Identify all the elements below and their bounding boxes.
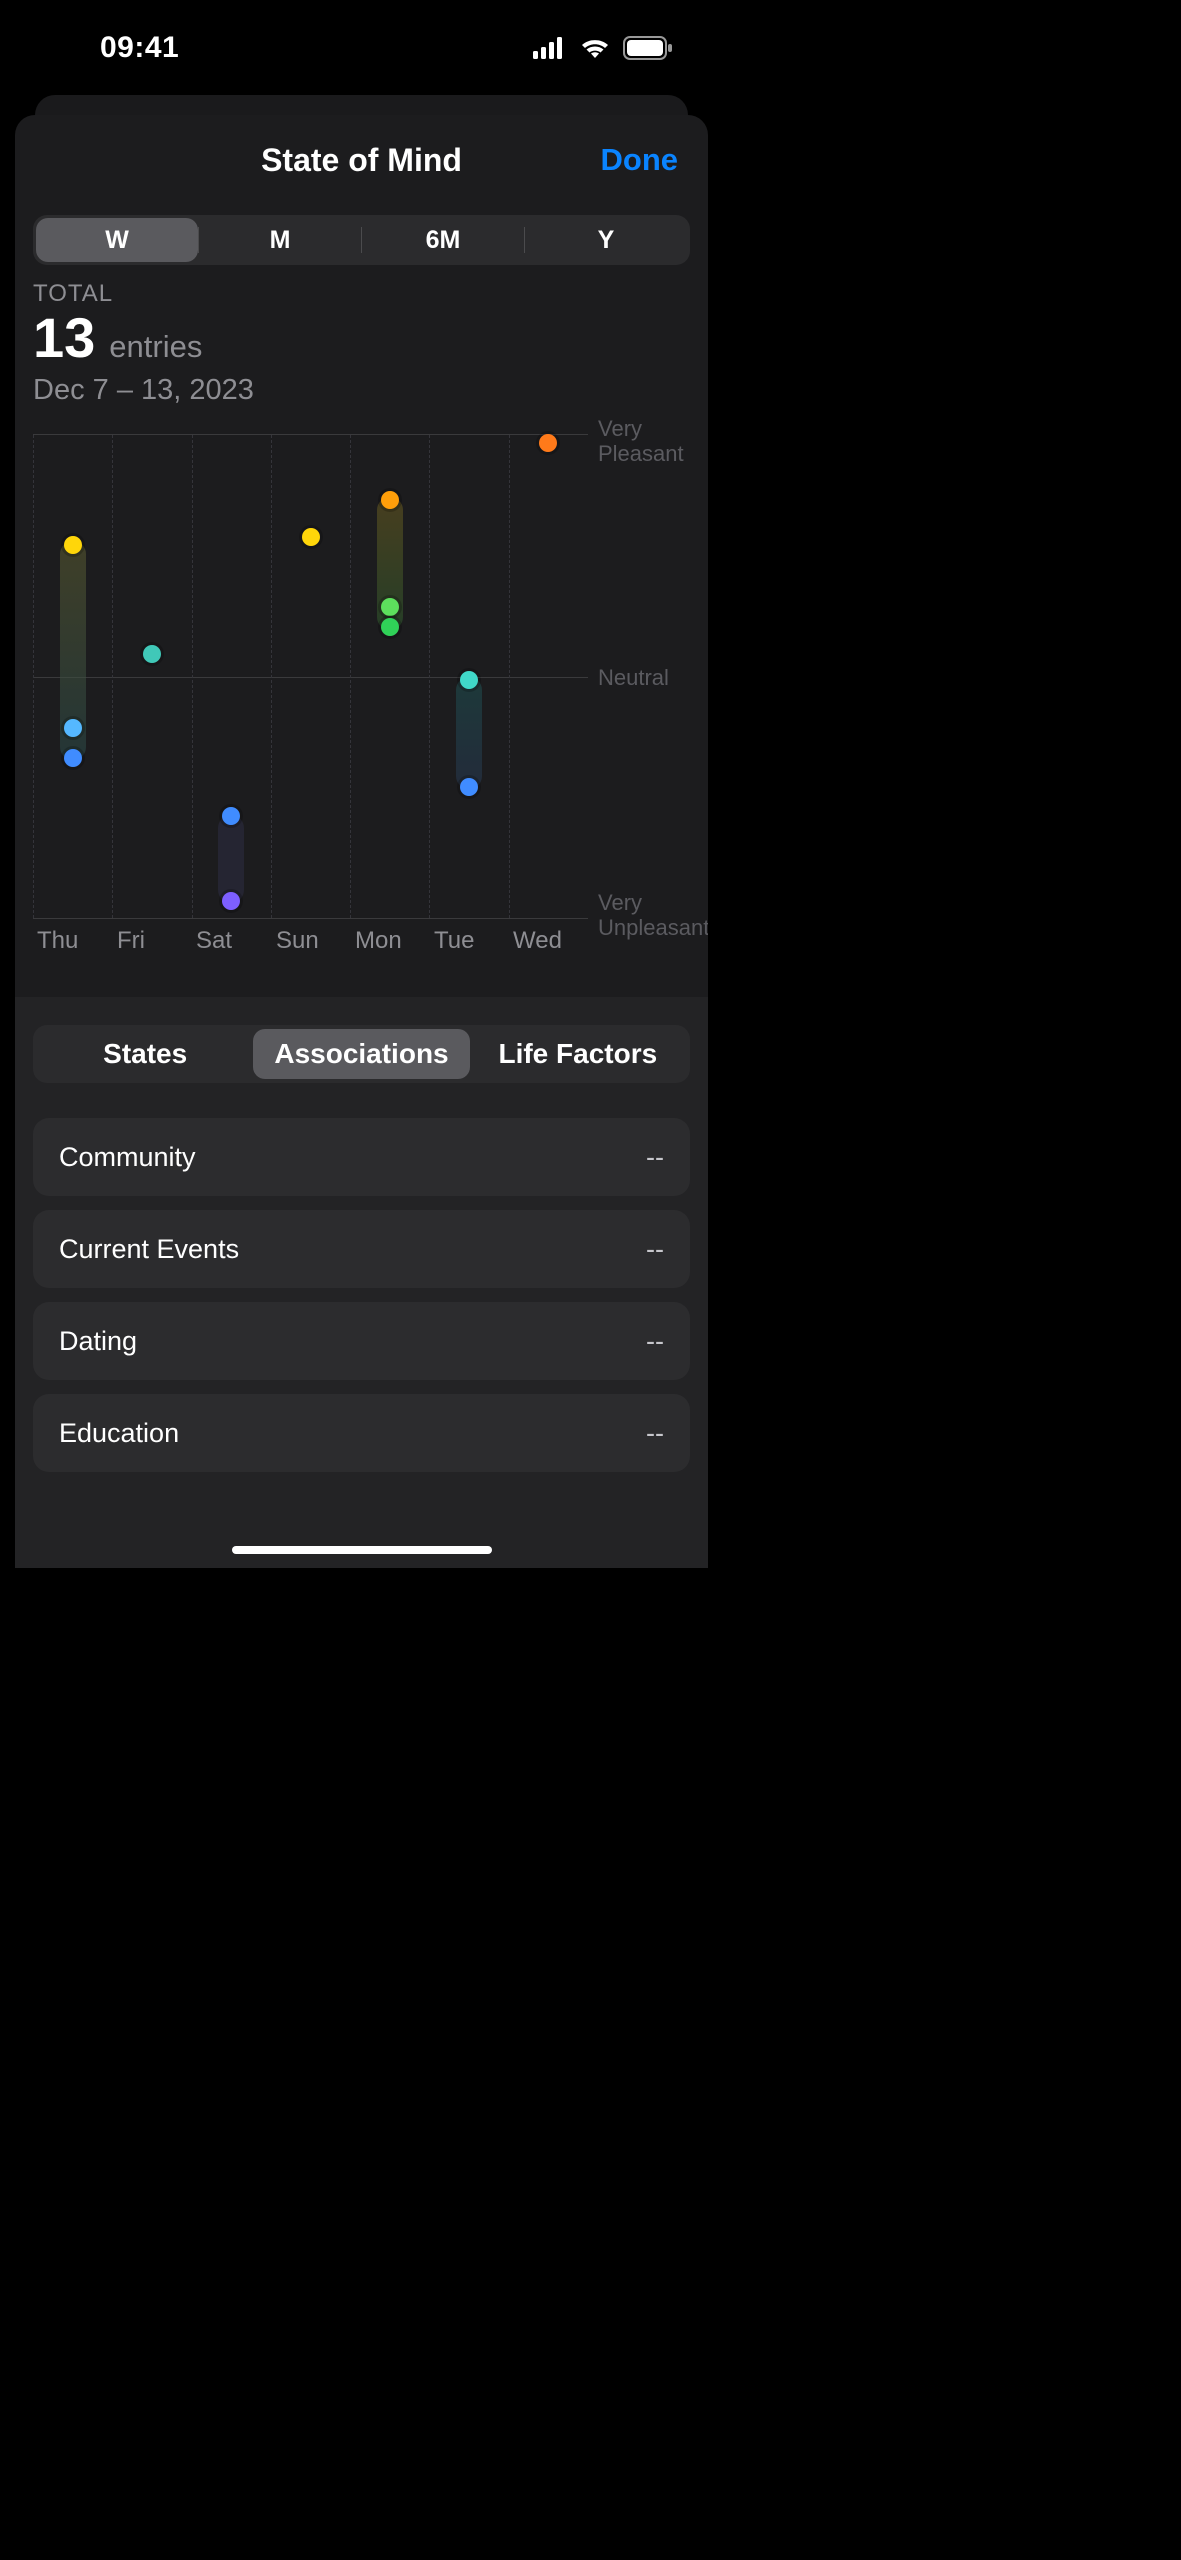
- entry-unit: entries: [109, 329, 202, 365]
- tab-associations[interactable]: Associations: [253, 1029, 469, 1079]
- mood-dot: [381, 491, 399, 509]
- association-name: Education: [59, 1418, 179, 1449]
- page-title: State of Mind: [261, 142, 462, 179]
- list-item[interactable]: Current Events --: [33, 1210, 690, 1288]
- grid-line: [350, 435, 351, 918]
- done-button[interactable]: Done: [601, 142, 679, 178]
- sheet: State of Mind Done W M 6M Y TOTAL 13 ent…: [15, 115, 708, 1568]
- y-label-mid: Neutral: [598, 665, 669, 690]
- range-year[interactable]: Y: [525, 218, 687, 262]
- mood-dot: [539, 434, 557, 452]
- mood-dot: [143, 645, 161, 663]
- tab-life-factors[interactable]: Life Factors: [470, 1029, 686, 1079]
- x-label: Wed: [513, 927, 562, 955]
- association-value: --: [646, 1326, 664, 1357]
- status-bar: 09:41: [0, 0, 723, 95]
- chart-y-labels: Very Pleasant Neutral Very Unpleasant: [598, 422, 708, 932]
- mood-range-bar: [218, 815, 244, 903]
- mood-dot: [381, 618, 399, 636]
- x-label: Sat: [196, 927, 232, 955]
- list-item[interactable]: Education --: [33, 1394, 690, 1472]
- x-label: Tue: [434, 927, 474, 955]
- wifi-icon: [579, 37, 611, 59]
- x-label: Thu: [37, 927, 78, 955]
- mood-dot: [460, 778, 478, 796]
- mood-dot: [222, 807, 240, 825]
- neutral-line: [33, 677, 588, 678]
- association-name: Community: [59, 1142, 196, 1173]
- mood-chart[interactable]: Very Pleasant Neutral Very Unpleasant Th…: [33, 422, 690, 982]
- mood-dot: [302, 528, 320, 546]
- entry-count: 13: [33, 310, 95, 366]
- grid-line: [509, 435, 510, 918]
- summary: TOTAL 13 entries Dec 7 – 13, 2023: [15, 265, 708, 407]
- mood-dot: [64, 749, 82, 767]
- y-label-top: Very Pleasant: [598, 416, 684, 467]
- mood-dot: [381, 598, 399, 616]
- chart-x-labels: Thu Fri Sat Sun Mon Tue Wed: [33, 927, 588, 977]
- association-value: --: [646, 1234, 664, 1265]
- battery-icon: [623, 36, 673, 60]
- x-label: Fri: [117, 927, 145, 955]
- status-time: 09:41: [45, 31, 179, 65]
- status-indicators: [533, 36, 673, 60]
- chart-plot-area: [33, 434, 588, 919]
- detail-section: States Associations Life Factors Communi…: [15, 997, 708, 1568]
- home-indicator[interactable]: [232, 1546, 492, 1554]
- list-item[interactable]: Community --: [33, 1118, 690, 1196]
- y-label-bot: Very Unpleasant: [598, 890, 708, 941]
- grid-line: [33, 435, 34, 918]
- range-month[interactable]: M: [199, 218, 361, 262]
- grid-line: [192, 435, 193, 918]
- mood-range-bar: [456, 677, 482, 789]
- detail-tabs[interactable]: States Associations Life Factors: [33, 1025, 690, 1083]
- date-range: Dec 7 – 13, 2023: [33, 374, 690, 407]
- x-label: Sun: [276, 927, 319, 955]
- association-name: Dating: [59, 1326, 137, 1357]
- cellular-icon: [533, 37, 567, 59]
- list-item[interactable]: Dating --: [33, 1302, 690, 1380]
- association-name: Current Events: [59, 1234, 239, 1265]
- association-value: --: [646, 1418, 664, 1449]
- x-label: Mon: [355, 927, 402, 955]
- grid-line: [271, 435, 272, 918]
- range-week[interactable]: W: [36, 218, 198, 262]
- mood-dot: [64, 536, 82, 554]
- association-value: --: [646, 1142, 664, 1173]
- tab-states[interactable]: States: [37, 1029, 253, 1079]
- nav-bar: State of Mind Done: [15, 115, 708, 205]
- total-label: TOTAL: [33, 280, 690, 308]
- mood-dot: [222, 892, 240, 910]
- range-6month[interactable]: 6M: [362, 218, 524, 262]
- time-range-segmented[interactable]: W M 6M Y: [33, 215, 690, 265]
- grid-line: [429, 435, 430, 918]
- mood-dot: [460, 671, 478, 689]
- mood-dot: [64, 719, 82, 737]
- grid-line: [112, 435, 113, 918]
- associations-list: Community -- Current Events -- Dating --…: [33, 1118, 690, 1472]
